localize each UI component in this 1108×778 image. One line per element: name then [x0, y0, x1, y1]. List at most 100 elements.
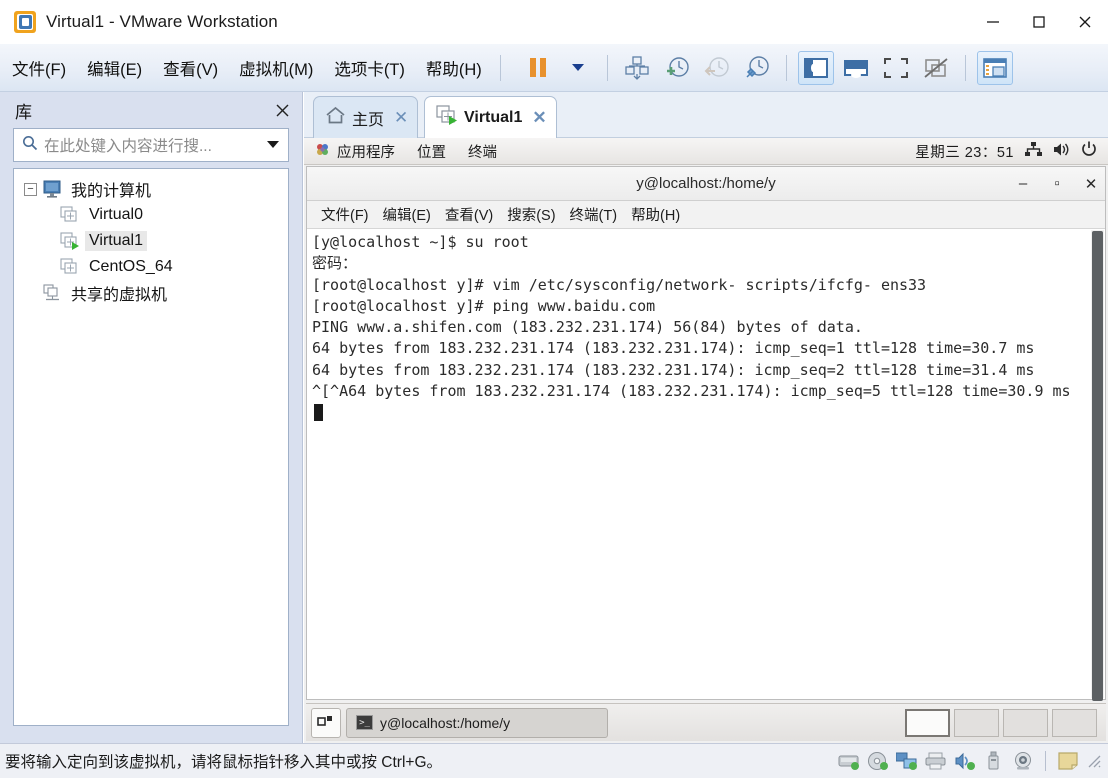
harddisk-icon[interactable] — [838, 751, 860, 771]
home-icon — [325, 106, 346, 130]
close-icon[interactable] — [272, 100, 292, 120]
power-icon[interactable] — [1081, 141, 1097, 161]
terminal-title: y@localhost:/home/y — [636, 175, 776, 192]
terminal-window: y@localhost:/home/y – ▫ ✕ 文件(F) 编辑(E) 查看… — [306, 166, 1106, 701]
library-title: 库 — [15, 102, 32, 122]
collapse-icon[interactable]: − — [24, 182, 37, 196]
terminal-menu-file[interactable]: 文件(F) — [314, 204, 376, 225]
minimize-button[interactable] — [970, 0, 1016, 44]
terminal-close-button[interactable]: ✕ — [1083, 175, 1099, 193]
terminal-menu-search[interactable]: 搜索(S) — [500, 204, 562, 225]
workspace-1[interactable] — [905, 708, 950, 737]
volume-icon[interactable] — [1053, 142, 1070, 161]
cdrom-icon[interactable] — [867, 751, 889, 771]
terminal-menu-help[interactable]: 帮助(H) — [624, 204, 687, 225]
menu-help[interactable]: 帮助(H) — [417, 54, 491, 82]
gnome-top-panel: 应用程序 位置 终端 星期三 23：51 — [304, 138, 1108, 165]
terminal-menu-terminal[interactable]: 终端(T) — [563, 204, 625, 225]
suspend-button[interactable] — [520, 51, 556, 85]
webcam-icon[interactable] — [1012, 751, 1034, 771]
tree-item-virtual1[interactable]: Virtual1 — [14, 228, 288, 254]
search-icon — [22, 135, 38, 156]
panel-terminal-menu[interactable]: 终端 — [457, 141, 508, 162]
snapshot-manager-button[interactable] — [739, 51, 775, 85]
menu-vm[interactable]: 虚拟机(M) — [230, 54, 322, 82]
terminal-menu-view[interactable]: 查看(V) — [438, 204, 500, 225]
workspace-2[interactable] — [954, 708, 999, 737]
tree-item-label: 我的计算机 — [71, 183, 152, 200]
terminal-menu-edit[interactable]: 编辑(E) — [376, 204, 438, 225]
menu-view-label: 查看(V) — [163, 60, 219, 79]
terminal-output-area[interactable]: [y@localhost ~]$ su root 密码： [root@local… — [307, 230, 1105, 699]
panel-terminal-label: 终端 — [468, 144, 497, 161]
show-desktop-icon[interactable] — [311, 707, 341, 738]
menu-file[interactable]: 文件(F) — [3, 54, 75, 82]
tab-virtual1[interactable]: Virtual1 ✕ — [424, 96, 557, 138]
take-snapshot-button[interactable] — [659, 51, 695, 85]
workspace-3[interactable] — [1003, 708, 1048, 737]
toolbar-divider-1 — [499, 54, 501, 81]
usb-controller-icon[interactable] — [983, 751, 1005, 771]
terminal-cursor — [314, 404, 323, 422]
terminal-line: [root@localhost y]# vim /etc/sysconfig/n… — [312, 275, 927, 294]
vm-running-icon — [436, 105, 458, 130]
terminal-icon: >_ — [356, 715, 373, 730]
network-adapter-icon[interactable] — [896, 751, 918, 771]
sound-card-icon[interactable] — [954, 751, 976, 771]
vm-icon — [60, 205, 80, 225]
workspace-4[interactable] — [1052, 708, 1097, 737]
menu-vm-label: 虚拟机(M) — [239, 60, 314, 79]
taskbar-window-button[interactable]: >_ y@localhost:/home/y — [346, 707, 608, 738]
tree-item-label: CentOS_64 — [89, 258, 173, 275]
panel-places-menu[interactable]: 位置 — [406, 141, 457, 162]
terminal-minimize-button[interactable]: – — [1015, 175, 1031, 192]
maximize-button[interactable] — [1016, 0, 1062, 44]
chevron-down-icon[interactable] — [266, 136, 280, 154]
power-dropdown-button[interactable] — [560, 51, 596, 85]
unity-mode-button[interactable] — [918, 51, 954, 85]
tree-item-my-computer[interactable]: − 我的计算机 — [14, 176, 288, 202]
tree-item-virtual0[interactable]: Virtual0 — [14, 202, 288, 228]
vmware-icon — [14, 11, 36, 33]
panel-clock[interactable]: 星期三 23：51 — [915, 141, 1014, 162]
manage-snapshot-button[interactable] — [619, 51, 655, 85]
library-search-box[interactable]: 在此处键入内容进行搜... — [13, 128, 289, 162]
snapshot-add-icon — [666, 56, 689, 77]
tab-home[interactable]: 主页 ✕ — [313, 96, 419, 138]
terminal-titlebar[interactable]: y@localhost:/home/y – ▫ ✕ — [307, 167, 1105, 201]
library-panel-icon — [803, 57, 828, 78]
terminal-scrollbar-thumb[interactable] — [1092, 231, 1103, 701]
panel-applications-label: 应用程序 — [337, 144, 395, 161]
terminal-line: 密码： — [312, 254, 358, 273]
tab-virtual1-close-icon[interactable]: ✕ — [532, 108, 546, 128]
menu-view[interactable]: 查看(V) — [154, 54, 227, 82]
tree-item-shared-vms[interactable]: 共享的虚拟机 — [14, 280, 288, 306]
pause-icon — [529, 58, 546, 77]
console-view-button[interactable] — [976, 50, 1013, 85]
close-button[interactable] — [1062, 0, 1108, 44]
network-icon[interactable] — [1025, 141, 1042, 161]
search-input[interactable]: 在此处键入内容进行搜... — [44, 134, 260, 156]
fullscreen-button[interactable] — [878, 51, 914, 85]
statusbar-device-icons — [838, 751, 1108, 771]
window-titlebar: Virtual1 - VMware Workstation — [0, 0, 1108, 44]
terminal-line: ^[^A64 bytes from 183.232.231.174 (183.2… — [312, 382, 1071, 401]
panel-applications-menu[interactable]: 应用程序 — [304, 141, 406, 162]
menu-edit[interactable]: 编辑(E) — [78, 54, 151, 82]
tree-item-centos64[interactable]: CentOS_64 — [14, 254, 288, 280]
library-tree[interactable]: − 我的计算机 Virtual0 Virtual1 CentOS_64 共享的虚… — [13, 168, 289, 726]
tab-home-close-icon[interactable]: ✕ — [394, 108, 408, 128]
revert-snapshot-button[interactable] — [699, 51, 735, 85]
library-sidebar: 库 在此处键入内容进行搜... − 我的计算机 Virtual0 Virtual… — [0, 92, 303, 743]
shared-vm-icon — [42, 283, 62, 303]
terminal-cursor-line — [307, 400, 1105, 425]
printer-icon[interactable] — [925, 751, 947, 771]
terminal-maximize-button[interactable]: ▫ — [1049, 175, 1065, 192]
gnome-foot-icon — [315, 142, 330, 161]
show-library-button[interactable] — [797, 50, 834, 85]
show-thumbnail-bar-button[interactable] — [838, 51, 874, 85]
menu-tabs[interactable]: 选项卡(T) — [325, 54, 414, 82]
notes-icon[interactable] — [1057, 751, 1079, 771]
terminal-scrollbar[interactable] — [1091, 230, 1104, 701]
resize-grip[interactable] — [1086, 753, 1102, 769]
